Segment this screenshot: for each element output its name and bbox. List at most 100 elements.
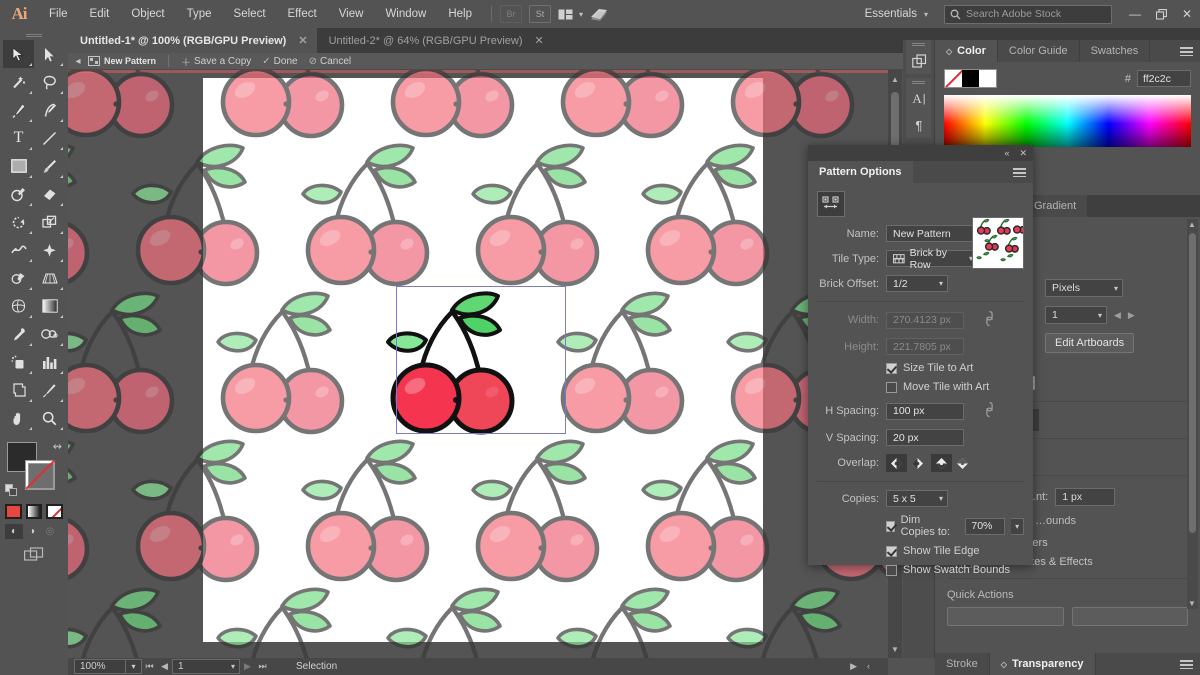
tool-symbol-sprayer[interactable] — [3, 348, 34, 376]
dock-grip[interactable] — [906, 78, 931, 86]
color-swatch-strip[interactable] — [944, 69, 997, 88]
quick-action-button-2[interactable] — [1072, 607, 1189, 626]
tool-magic-wand[interactable] — [3, 68, 34, 96]
tool-lasso[interactable] — [34, 68, 65, 96]
tab-pattern-options[interactable]: Pattern Options — [808, 161, 913, 183]
menu-object[interactable]: Object — [120, 0, 175, 28]
tool-direct-selection[interactable] — [34, 40, 65, 68]
panel-menu-icon[interactable] — [1180, 47, 1193, 56]
none-button[interactable] — [46, 504, 63, 519]
zoom-level-input[interactable]: 100% — [74, 659, 126, 674]
draw-inside-icon[interactable]: ◎ — [41, 524, 59, 539]
tool-hand[interactable] — [3, 404, 34, 432]
scroll-up-icon[interactable]: ▲ — [888, 72, 902, 86]
bottom-in-front-icon[interactable] — [952, 454, 973, 472]
panel-menu-icon[interactable] — [1180, 660, 1193, 669]
restore-button[interactable] — [1148, 0, 1174, 28]
previous-artboard-icon[interactable]: ◀ — [1114, 310, 1121, 321]
document-tab-untitled-1[interactable]: Untitled-1* @ 100% (RGB/GPU Preview) ✕ — [68, 28, 317, 53]
move-tile-with-art-checkbox[interactable] — [886, 382, 897, 393]
v-spacing-input[interactable]: 20 px — [886, 429, 964, 446]
arrange-documents-icon[interactable]: ▾ — [558, 9, 583, 20]
corner-radius-input[interactable]: 1 px — [1055, 488, 1115, 506]
character-icon[interactable]: A| — [906, 86, 932, 112]
stock-search-input[interactable]: Search Adobe Stock — [944, 5, 1112, 24]
tool-perspective-grid[interactable] — [34, 264, 65, 292]
copies-select[interactable]: 5 x 5 ▾ — [886, 490, 948, 507]
artboard-number-input[interactable]: 1 ▾ — [172, 659, 240, 674]
draw-normal-icon[interactable]: ◐ — [5, 524, 23, 539]
collapse-icon[interactable]: « — [1004, 148, 1009, 158]
tool-artboard[interactable] — [3, 376, 34, 404]
tool-shaper[interactable] — [3, 180, 34, 208]
dim-copies-dropdown-icon[interactable]: ▾ — [1011, 518, 1024, 535]
show-swatch-bounds-row[interactable]: Show Swatch Bounds — [886, 564, 1024, 576]
swap-fill-stroke-icon[interactable]: ↭ — [53, 440, 62, 453]
gradient-button[interactable] — [26, 504, 43, 519]
status-collapse-icon[interactable]: ‹ — [867, 661, 870, 672]
tab-color-guide[interactable]: Color Guide — [998, 40, 1080, 62]
tool-gradient[interactable] — [34, 292, 65, 320]
change-screen-mode-icon[interactable] — [24, 547, 44, 562]
tool-mesh[interactable] — [3, 292, 34, 320]
default-fill-stroke-icon[interactable] — [5, 484, 18, 497]
last-artboard-icon[interactable]: ⏭ — [255, 661, 270, 672]
link-spacing-icon[interactable] — [982, 401, 996, 421]
layers-icon[interactable] — [906, 48, 932, 74]
artboard-select[interactable]: 1 ▾ — [1045, 306, 1107, 324]
tool-zoom[interactable] — [34, 404, 65, 432]
tool-shape-builder[interactable] — [3, 264, 34, 292]
zoom-dropdown-icon[interactable]: ▾ — [126, 659, 142, 674]
tab-color[interactable]: ◇ Color — [935, 40, 998, 62]
tab-swatches[interactable]: Swatches — [1080, 40, 1151, 62]
paragraph-icon[interactable]: ¶ — [906, 112, 932, 138]
minimize-button[interactable]: — — [1122, 0, 1148, 28]
tool-eraser[interactable] — [34, 180, 65, 208]
quick-action-button-1[interactable] — [947, 607, 1064, 626]
menu-window[interactable]: Window — [374, 0, 437, 28]
color-button[interactable] — [5, 504, 22, 519]
top-in-front-icon[interactable] — [931, 454, 952, 472]
tool-column-graph[interactable] — [34, 348, 65, 376]
canvas-area[interactable] — [68, 70, 888, 658]
move-tile-with-art-row[interactable]: Move Tile with Art — [886, 381, 1024, 393]
stroke-swatch[interactable] — [25, 460, 55, 490]
tool-rotate[interactable] — [3, 208, 34, 236]
size-tile-to-art-row[interactable]: Size Tile to Art — [886, 362, 1024, 374]
tool-selection[interactable] — [3, 40, 34, 68]
next-artboard-icon[interactable]: ▶ — [240, 661, 255, 672]
document-tab-untitled-2[interactable]: Untitled-2* @ 64% (RGB/GPU Preview) ✕ — [317, 28, 553, 53]
dock-grip[interactable] — [906, 40, 931, 48]
menu-edit[interactable]: Edit — [79, 0, 121, 28]
show-tile-edge-checkbox[interactable] — [886, 546, 897, 557]
dim-copies-row[interactable]: Dim Copies to: 70% ▾ — [886, 514, 1024, 538]
swatch-black[interactable] — [962, 70, 979, 87]
properties-scroll-thumb[interactable] — [1189, 233, 1196, 533]
size-tile-to-art-checkbox[interactable] — [886, 363, 897, 374]
brick-offset-select[interactable]: 1/2 ▾ — [886, 275, 948, 292]
menu-effect[interactable]: Effect — [277, 0, 328, 28]
tool-free-transform[interactable] — [34, 236, 65, 264]
tab-stroke[interactable]: Stroke — [935, 653, 990, 675]
tool-pen[interactable] — [3, 96, 34, 124]
tool-curvature[interactable] — [34, 96, 65, 124]
close-button[interactable]: ✕ — [1174, 0, 1200, 28]
h-spacing-input[interactable]: 100 px — [886, 403, 964, 420]
draw-behind-icon[interactable]: ◑ — [23, 524, 41, 539]
swatch-none[interactable] — [945, 70, 962, 87]
pattern-options-titlebar[interactable]: « ✕ — [808, 145, 1033, 161]
pattern-name-input[interactable]: New Pattern — [886, 225, 978, 242]
status-menu-arrow-icon[interactable]: ▶ — [850, 661, 857, 672]
close-icon[interactable]: ✕ — [298, 34, 307, 47]
status-text[interactable]: Selection — [296, 661, 337, 672]
tool-paintbrush[interactable] — [34, 152, 65, 180]
hex-input[interactable]: ff2c2c — [1137, 70, 1191, 87]
stock-button[interactable]: St — [529, 5, 551, 23]
libraries-icon[interactable] — [590, 8, 608, 21]
tile-type-select[interactable]: Brick by Row ▾ — [886, 250, 978, 267]
properties-scrollbar[interactable]: ▲ ▼ — [1187, 219, 1198, 609]
tool-slice[interactable] — [34, 376, 65, 404]
previous-artboard-icon[interactable]: ◀ — [157, 661, 172, 672]
menu-view[interactable]: View — [328, 0, 375, 28]
edit-artboards-button[interactable]: Edit Artboards — [1045, 333, 1134, 353]
